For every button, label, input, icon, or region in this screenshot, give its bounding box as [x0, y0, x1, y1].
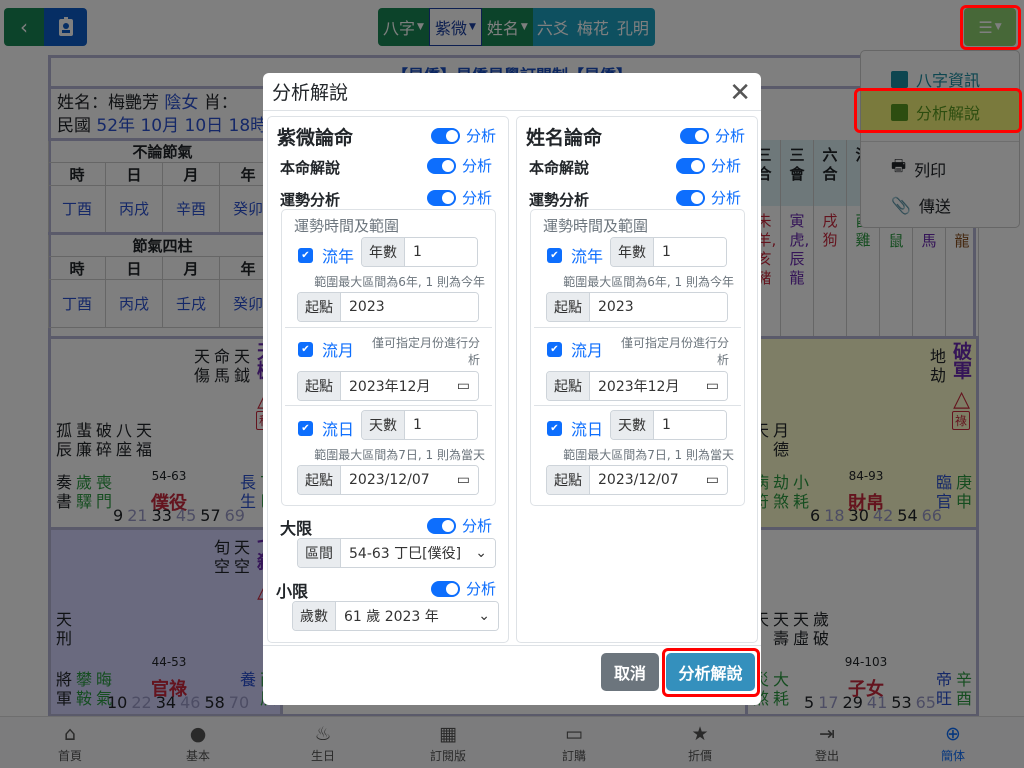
minor-limit-label: 小限 — [276, 582, 309, 601]
analysis-switch[interactable]: 分析 — [431, 578, 496, 599]
toggle-switch[interactable] — [427, 517, 456, 534]
year-note: 範圍最大區間為6年, 1 則為今年 — [563, 275, 734, 289]
day-checkbox[interactable]: ✔ 流日 — [547, 416, 603, 440]
fortune-range-box: 運勢時間及範圍 ✔ 流年 年數 1 範圍最大區間為6年, 1 則為今年 起點 2023… — [281, 209, 496, 506]
checkbox-checked-icon: ✔ — [298, 420, 313, 436]
section-title: 紫微論命 — [277, 127, 354, 149]
highlight-menu-button — [960, 5, 1021, 50]
range-title: 運勢時間及範圍 — [294, 217, 400, 235]
natal-label: 本命解說 — [529, 159, 590, 177]
day-start-input[interactable]: 起點 2023/12/07 ▭ — [297, 465, 479, 495]
day-note: 範圍最大區間為7日, 1 則為當天 — [314, 448, 485, 462]
modal-title: 分析解說 — [272, 82, 349, 104]
day-count-input[interactable]: 天數 1 — [610, 410, 727, 440]
analysis-switch[interactable]: 分析 — [680, 125, 745, 146]
toggle-switch[interactable] — [427, 157, 456, 174]
fortune-label: 運勢分析 — [280, 191, 341, 209]
analysis-switch[interactable]: 分析 — [431, 125, 496, 146]
year-count-input[interactable]: 年數 1 — [361, 237, 478, 267]
year-count-input[interactable]: 年數 1 — [610, 237, 727, 267]
decade-select[interactable]: 區間 54-63 丁巳[僕役] ⌄ — [297, 538, 496, 568]
analysis-switch[interactable]: 分析 — [427, 187, 492, 208]
analysis-switch[interactable]: 分析 — [427, 515, 492, 536]
day-start-input[interactable]: 起點 2023/12/07 ▭ — [546, 465, 728, 495]
analysis-switch[interactable]: 分析 — [676, 187, 741, 208]
chevron-down-icon: ⌄ — [475, 545, 487, 561]
year-note: 範圍最大區間為6年, 1 則為今年 — [314, 275, 485, 289]
checkbox-checked-icon: ✔ — [298, 341, 313, 357]
checkbox-checked-icon: ✔ — [547, 247, 562, 263]
ziwei-card: 紫微論命 分析 本命解說 分析 運勢分析 分析 運勢時間及範圍 ✔ 流年 年數 1 範圍最… — [267, 116, 509, 643]
calendar-icon: ▭ — [456, 472, 470, 488]
day-checkbox[interactable]: ✔ 流日 — [298, 416, 354, 440]
toggle-switch[interactable] — [676, 189, 705, 206]
toggle-switch[interactable] — [431, 580, 460, 597]
year-checkbox[interactable]: ✔ 流年 — [547, 243, 603, 267]
checkbox-checked-icon: ✔ — [547, 341, 562, 357]
toggle-switch[interactable] — [427, 189, 456, 206]
calendar-icon: ▭ — [705, 472, 719, 488]
year-checkbox[interactable]: ✔ 流年 — [298, 243, 354, 267]
month-checkbox[interactable]: ✔ 流月 — [298, 337, 354, 361]
range-title: 運勢時間及範圍 — [543, 217, 649, 235]
day-count-input[interactable]: 天數 1 — [361, 410, 478, 440]
checkbox-checked-icon: ✔ — [298, 247, 313, 263]
checkbox-checked-icon: ✔ — [547, 420, 562, 436]
day-note: 範圍最大區間為7日, 1 則為當天 — [563, 448, 734, 462]
highlight-menu-item — [854, 88, 1022, 133]
month-start-input[interactable]: 起點 2023年12月 ▭ — [546, 371, 728, 401]
toggle-switch[interactable] — [676, 157, 705, 174]
decade-label: 大限 — [280, 519, 313, 538]
analysis-switch[interactable]: 分析 — [676, 155, 741, 176]
calendar-icon: ▭ — [705, 378, 719, 394]
natal-label: 本命解說 — [280, 159, 341, 177]
minor-limit-select[interactable]: 歲數 61 歲 2023 年 ⌄ — [292, 601, 499, 631]
highlight-submit-button — [662, 648, 760, 697]
chevron-down-icon: ⌄ — [478, 608, 490, 624]
year-start-input[interactable]: 起點 2023 — [297, 292, 479, 322]
month-start-input[interactable]: 起點 2023年12月 ▭ — [297, 371, 479, 401]
name-card: 姓名論命 分析 本命解說 分析 運勢分析 分析 運勢時間及範圍 ✔ 流年 年數 1 範圍最… — [516, 116, 758, 643]
analysis-switch[interactable]: 分析 — [427, 155, 492, 176]
toggle-switch[interactable] — [680, 127, 709, 144]
cancel-button[interactable]: 取消 — [601, 653, 659, 691]
month-checkbox[interactable]: ✔ 流月 — [547, 337, 603, 361]
fortune-label: 運勢分析 — [529, 191, 590, 209]
calendar-icon: ▭ — [456, 378, 470, 394]
month-note: 僅可指定月份進行分析 — [620, 336, 729, 367]
analysis-modal: 分析解說 ✕ 紫微論命 分析 本命解說 分析 運勢分析 分析 運勢時間及範圍 ✔ 流年 … — [263, 73, 761, 705]
month-note: 僅可指定月份進行分析 — [371, 336, 480, 367]
section-title: 姓名論命 — [526, 127, 603, 149]
close-icon[interactable]: ✕ — [729, 78, 751, 108]
toggle-switch[interactable] — [431, 127, 460, 144]
fortune-range-box: 運勢時間及範圍 ✔ 流年 年數 1 範圍最大區間為6年, 1 則為今年 起點 2023… — [530, 209, 745, 506]
year-start-input[interactable]: 起點 2023 — [546, 292, 728, 322]
